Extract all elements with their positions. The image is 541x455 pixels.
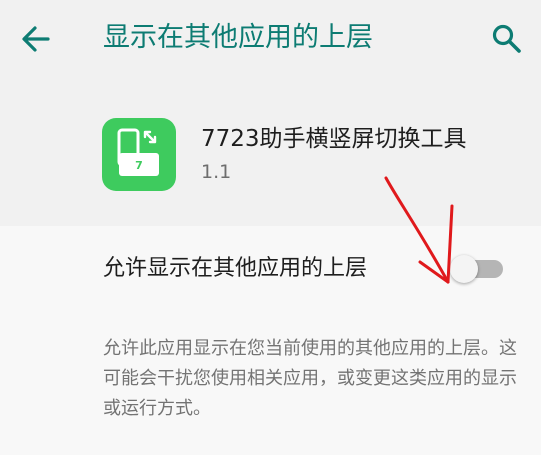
back-button[interactable] <box>18 22 54 56</box>
app-version: 1.1 <box>201 161 232 183</box>
app-icon: 7 <box>102 118 176 191</box>
app-bar: 显示在其他应用的上层 <box>0 0 541 80</box>
search-button[interactable] <box>490 22 524 56</box>
app-name: 7723助手横竖屏切换工具 <box>201 126 467 152</box>
search-icon <box>492 24 521 53</box>
screen: 显示在其他应用的上层 7 7723助手横竖屏切换工具 1.1 允许显示在其他应用… <box>0 0 541 455</box>
arrow-left-icon <box>22 26 50 52</box>
red-arrow-annotation <box>384 176 454 284</box>
permission-label: 允许显示在其他应用的上层 <box>103 256 368 281</box>
rotate-screen-icon: 7 <box>117 128 159 176</box>
permission-description: 允许此应用显示在您当前使用的其他应用的上层。这可能会干扰您使用相关应用，或变更这… <box>103 338 517 419</box>
page-title: 显示在其他应用的上层 <box>103 22 373 53</box>
app-icon-badge: 7 <box>135 159 143 172</box>
